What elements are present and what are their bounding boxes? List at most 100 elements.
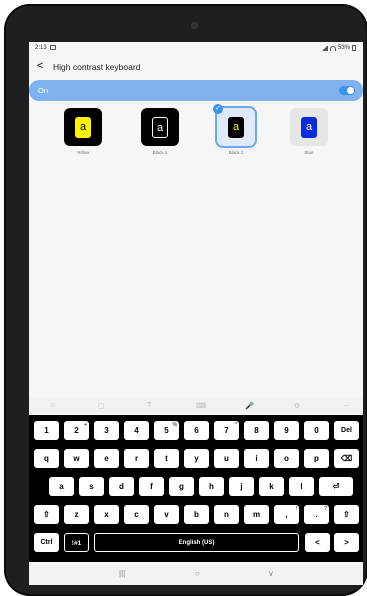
space-bar[interactable]: English (US) bbox=[94, 533, 299, 552]
emoji-icon[interactable]: ☺ bbox=[49, 402, 56, 409]
theme-key-preview: a bbox=[301, 117, 317, 138]
theme-caption: Yellow bbox=[76, 150, 90, 155]
key-label: ⌫ bbox=[340, 454, 353, 463]
master-switch-bar[interactable]: On bbox=[29, 80, 363, 101]
key-i[interactable]: i bbox=[244, 449, 269, 468]
back-chevron-icon[interactable]: < bbox=[37, 60, 43, 72]
key-g[interactable]: g bbox=[169, 477, 194, 496]
key-z[interactable]: z bbox=[64, 505, 89, 524]
key-label: d bbox=[119, 482, 124, 491]
theme-option-blue[interactable]: a Blue bbox=[287, 108, 331, 162]
settings-icon[interactable]: ⚙ bbox=[294, 402, 300, 410]
theme-caption: Blue bbox=[304, 150, 314, 155]
key-label: z bbox=[74, 510, 79, 519]
key-label: 7 bbox=[224, 426, 229, 435]
symbols-key[interactable]: !#1 bbox=[64, 533, 89, 552]
key-0[interactable]: 0 bbox=[304, 421, 329, 440]
cursor-right-key[interactable]: > bbox=[334, 533, 359, 552]
key-label: 1 bbox=[44, 426, 49, 435]
home-button[interactable]: ○ bbox=[195, 569, 200, 578]
key-label: 0 bbox=[314, 426, 319, 435]
key-1[interactable]: 1 bbox=[34, 421, 59, 440]
theme-key-preview: a bbox=[75, 117, 91, 138]
theme-option-yellow[interactable]: a Yellow bbox=[61, 108, 105, 162]
keyboard: 1 2 + 3 4 5% 6 7 ^ 8 9 0 Del q w e r t y u i o p ⌫ a s d f g h j k l ⏎ ⇧ z x… bbox=[29, 415, 363, 562]
battery-icon bbox=[352, 45, 356, 51]
key-e[interactable]: e bbox=[94, 449, 119, 468]
shift-key-left[interactable]: ⇧ bbox=[34, 505, 59, 524]
key-label: > bbox=[344, 538, 349, 547]
key-label: 9 bbox=[284, 426, 289, 435]
more-icon[interactable]: ⋯ bbox=[343, 402, 350, 410]
key-label: i bbox=[255, 454, 258, 463]
keyboard-toolbar: ☺ ▢ T ⌨ 🎤 ⚙ ⋯ bbox=[29, 398, 363, 414]
key-label: v bbox=[164, 510, 169, 519]
keyboard-mode-icon[interactable]: ⌨ bbox=[196, 402, 206, 410]
clipboard-icon[interactable]: ▢ bbox=[98, 402, 105, 410]
back-button[interactable]: ∨ bbox=[268, 569, 274, 578]
key-a[interactable]: a bbox=[49, 477, 74, 496]
key-q[interactable]: q bbox=[34, 449, 59, 468]
master-switch-label: On bbox=[38, 86, 49, 95]
theme-option-black-2[interactable]: a ✓ Black 2 bbox=[213, 104, 258, 162]
key-.[interactable]: .? bbox=[304, 505, 329, 524]
key-s[interactable]: s bbox=[79, 477, 104, 496]
key-l[interactable]: l bbox=[289, 477, 314, 496]
key-label: u bbox=[224, 454, 229, 463]
key-label: Ctrl bbox=[40, 539, 53, 546]
key-secondary: ? bbox=[324, 506, 327, 512]
key-label: b bbox=[194, 510, 199, 519]
key-4[interactable]: 4 bbox=[124, 421, 149, 440]
key-3[interactable]: 3 bbox=[94, 421, 119, 440]
key-7[interactable]: 7 ^ bbox=[214, 421, 239, 440]
key-b[interactable]: b bbox=[184, 505, 209, 524]
key-v[interactable]: v bbox=[154, 505, 179, 524]
key-label: 3 bbox=[104, 426, 109, 435]
front-camera bbox=[191, 22, 198, 29]
enter-key[interactable]: ⏎ bbox=[319, 477, 353, 496]
key-5[interactable]: 5% bbox=[154, 421, 179, 440]
delete-key[interactable]: Del bbox=[334, 421, 359, 440]
key-k[interactable]: k bbox=[259, 477, 284, 496]
recents-button[interactable]: ||| bbox=[119, 569, 125, 578]
key-m[interactable]: m bbox=[244, 505, 269, 524]
backspace-key[interactable]: ⌫ bbox=[334, 449, 359, 468]
key-c[interactable]: c bbox=[124, 505, 149, 524]
key-o[interactable]: o bbox=[274, 449, 299, 468]
shift-key-right[interactable]: ⇧ bbox=[334, 505, 359, 524]
key-label: f bbox=[150, 482, 153, 491]
ctrl-key[interactable]: Ctrl bbox=[34, 533, 59, 552]
key-label: 6 bbox=[194, 426, 199, 435]
key-j[interactable]: j bbox=[229, 477, 254, 496]
key-2[interactable]: 2 + bbox=[64, 421, 89, 440]
key-t[interactable]: t bbox=[154, 449, 179, 468]
text-edit-icon[interactable]: T bbox=[147, 402, 151, 409]
key-y[interactable]: y bbox=[184, 449, 209, 468]
key-r[interactable]: r bbox=[124, 449, 149, 468]
key-,[interactable]: ,! bbox=[274, 505, 299, 524]
theme-preview: a bbox=[64, 108, 102, 146]
key-n[interactable]: n bbox=[214, 505, 239, 524]
key-h[interactable]: h bbox=[199, 477, 224, 496]
theme-option-black-1[interactable]: a Black 1 bbox=[138, 108, 182, 162]
key-x[interactable]: x bbox=[94, 505, 119, 524]
key-label: ⇧ bbox=[343, 510, 350, 519]
key-label: w bbox=[73, 454, 80, 463]
key-6[interactable]: 6 bbox=[184, 421, 209, 440]
key-label: < bbox=[315, 538, 320, 547]
key-u[interactable]: u bbox=[214, 449, 239, 468]
key-label: a bbox=[59, 482, 64, 491]
key-8[interactable]: 8 bbox=[244, 421, 269, 440]
key-9[interactable]: 9 bbox=[274, 421, 299, 440]
key-f[interactable]: f bbox=[139, 477, 164, 496]
key-p[interactable]: p bbox=[304, 449, 329, 468]
key-w[interactable]: w bbox=[64, 449, 89, 468]
master-toggle[interactable] bbox=[339, 86, 355, 95]
cursor-left-key[interactable]: < bbox=[305, 533, 330, 552]
key-d[interactable]: d bbox=[109, 477, 134, 496]
key-label: e bbox=[104, 454, 109, 463]
key-label: q bbox=[44, 454, 49, 463]
checkmark-icon: ✓ bbox=[213, 104, 223, 114]
microphone-icon[interactable]: 🎤 bbox=[245, 402, 254, 410]
key-label: ⇧ bbox=[43, 510, 50, 519]
